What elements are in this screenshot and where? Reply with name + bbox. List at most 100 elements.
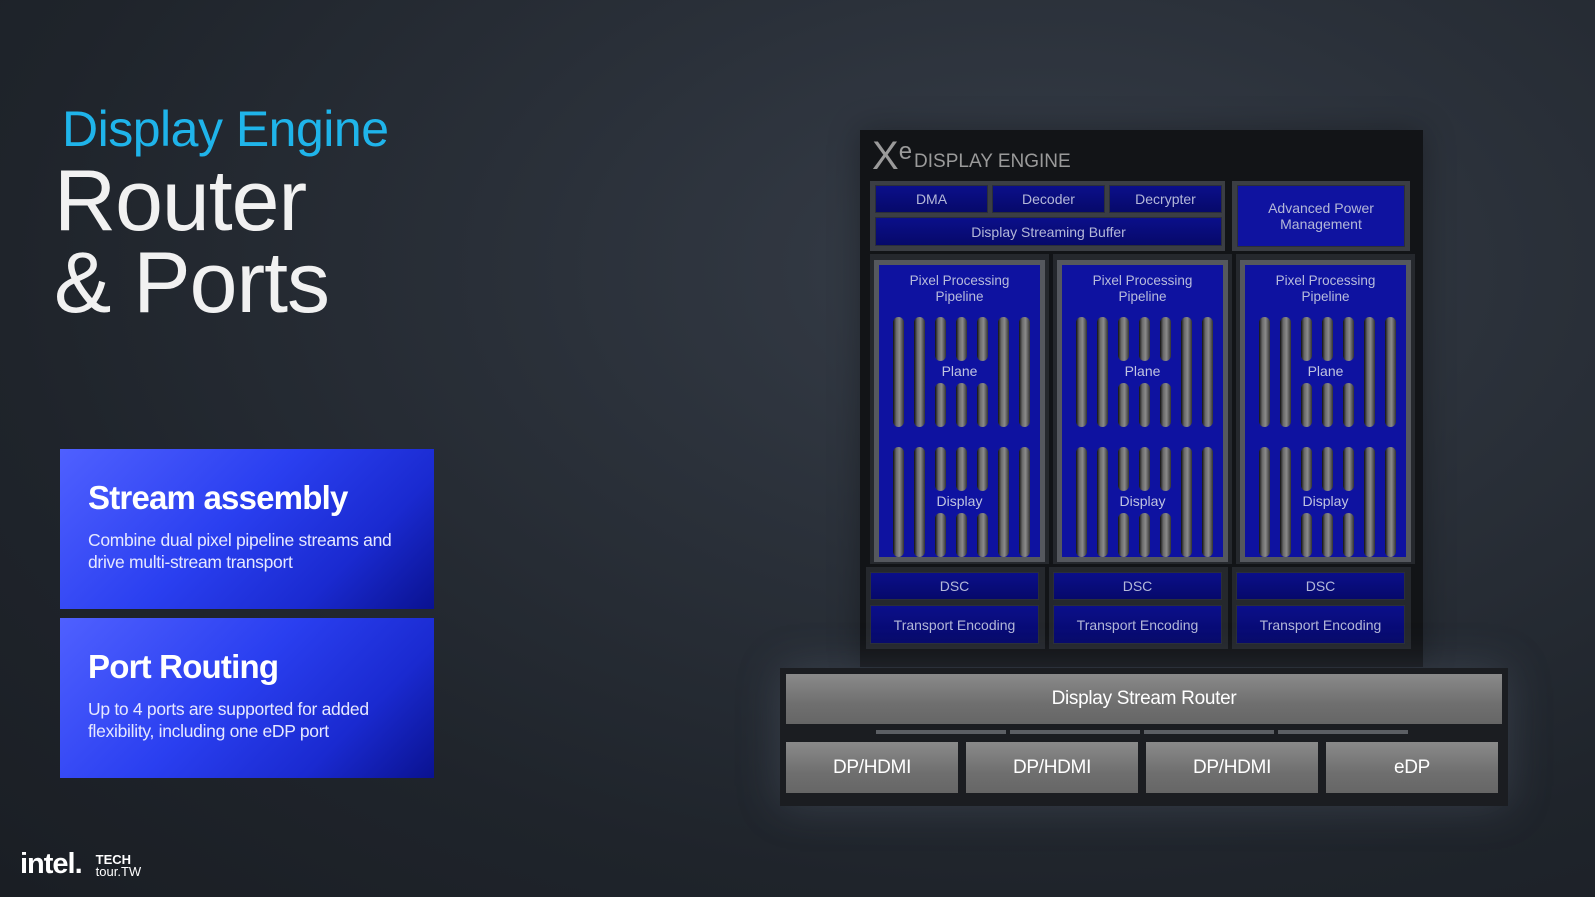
pipeline-title: Pixel Processing Pipeline bbox=[1092, 273, 1193, 304]
register-slot-icon bbox=[1118, 513, 1129, 557]
tech-tour-logo: TECH tour.TW bbox=[95, 853, 142, 879]
display-section: Display bbox=[893, 447, 1030, 557]
register-slot-icon bbox=[1076, 447, 1087, 557]
pixel-processing-pipeline: Pixel Processing Pipeline Plane Display bbox=[1057, 260, 1228, 562]
register-slot-icon bbox=[1259, 447, 1270, 557]
register-slot-icon bbox=[893, 317, 904, 427]
dsc-block: DSC bbox=[870, 572, 1039, 600]
register-slot-icon bbox=[956, 317, 967, 361]
register-slot-icon bbox=[1343, 383, 1354, 427]
dsc-block: DSC bbox=[1053, 572, 1222, 600]
transport-encoding-block: Transport Encoding bbox=[1236, 605, 1405, 644]
display-stream-router-block: Display Stream Router bbox=[786, 674, 1502, 724]
register-slot-icon bbox=[1385, 447, 1396, 557]
pixel-processing-pipeline: Pixel Processing Pipeline Plane Display bbox=[874, 260, 1045, 562]
register-slot-icon bbox=[1181, 447, 1192, 557]
tech-tour-line2: tour.TW bbox=[95, 864, 142, 879]
register-slot-icon bbox=[1301, 447, 1312, 491]
slide-kicker: Display Engine bbox=[62, 101, 389, 157]
connector-2 bbox=[1010, 730, 1140, 734]
register-slot-icon bbox=[1301, 513, 1312, 557]
register-slot-icon bbox=[1343, 447, 1354, 491]
card-body: Combine dual pixel pipeline streams and … bbox=[88, 530, 392, 572]
plane-section: Plane bbox=[893, 317, 1030, 427]
connector-3 bbox=[1144, 730, 1274, 734]
register-slot-icon bbox=[1322, 447, 1333, 491]
port-dp-hdmi-1: DP/HDMI bbox=[786, 742, 958, 793]
register-slot-icon bbox=[956, 383, 967, 427]
transport-encoding-block: Transport Encoding bbox=[1053, 605, 1222, 644]
port-routing-card: Port Routing Up to 4 ports are supported… bbox=[60, 618, 434, 778]
register-slot-icon bbox=[914, 447, 925, 557]
pipeline-title: Pixel Processing Pipeline bbox=[909, 273, 1010, 304]
register-slot-icon bbox=[1364, 447, 1375, 557]
register-slot-icon bbox=[1160, 513, 1171, 557]
intel-logo: intel. bbox=[20, 848, 83, 880]
register-slot-icon bbox=[1322, 317, 1333, 361]
decrypter-block: Decrypter bbox=[1109, 185, 1222, 213]
register-slot-icon bbox=[1118, 447, 1129, 491]
slide-title-line2: & Ports bbox=[54, 235, 330, 331]
dsc-block: DSC bbox=[1236, 572, 1405, 600]
card-heading: Stream assembly bbox=[88, 479, 348, 516]
stream-assembly-card: Stream assembly Combine dual pixel pipel… bbox=[60, 449, 434, 609]
register-slot-icon bbox=[1259, 317, 1270, 427]
register-slot-icon bbox=[1364, 317, 1375, 427]
register-slot-icon bbox=[998, 447, 1009, 557]
register-slot-icon bbox=[1160, 383, 1171, 427]
advanced-power-management-block: Advanced Power Management bbox=[1237, 185, 1405, 247]
register-slot-icon bbox=[1097, 447, 1108, 557]
register-slot-icon bbox=[1139, 447, 1150, 491]
register-slot-icon bbox=[1181, 317, 1192, 427]
register-slot-icon bbox=[1202, 447, 1213, 557]
transport-encoding-block: Transport Encoding bbox=[870, 605, 1039, 644]
register-slot-icon bbox=[935, 317, 946, 361]
register-slot-icon bbox=[1019, 447, 1030, 557]
register-slot-icon bbox=[1139, 383, 1150, 427]
plane-section: Plane bbox=[1259, 317, 1396, 427]
register-slot-icon bbox=[1019, 317, 1030, 427]
display-section: Display bbox=[1076, 447, 1213, 557]
register-slot-icon bbox=[977, 447, 988, 491]
register-slot-icon bbox=[1301, 317, 1312, 361]
connector-1 bbox=[876, 730, 1006, 734]
plane-section: Plane bbox=[1076, 317, 1213, 427]
engine-title-label: DISPLAY ENGINE bbox=[914, 151, 1071, 172]
register-slot-icon bbox=[1118, 317, 1129, 361]
register-slot-icon bbox=[1160, 447, 1171, 491]
xe-logo-icon: Xe bbox=[872, 134, 913, 178]
port-edp: eDP bbox=[1326, 742, 1498, 793]
dma-block: DMA bbox=[875, 185, 988, 213]
register-slot-icon bbox=[1280, 447, 1291, 557]
engine-title: Xe DISPLAY ENGINE bbox=[872, 134, 1071, 178]
display-section: Display bbox=[1259, 447, 1396, 557]
slide-title: Router & Ports bbox=[54, 153, 330, 331]
decoder-block: Decoder bbox=[992, 185, 1105, 213]
register-slot-icon bbox=[1160, 317, 1171, 361]
router-panel: Display Stream Router DP/HDMI DP/HDMI DP… bbox=[780, 668, 1508, 806]
register-slot-icon bbox=[893, 447, 904, 557]
register-slot-icon bbox=[935, 383, 946, 427]
register-slot-icon bbox=[1139, 513, 1150, 557]
card-body: Up to 4 ports are supported for added fl… bbox=[88, 699, 369, 741]
display-streaming-buffer-block: Display Streaming Buffer bbox=[875, 217, 1222, 246]
footer-logo: intel. TECH tour.TW bbox=[20, 848, 142, 880]
register-slot-icon bbox=[977, 513, 988, 557]
register-slot-icon bbox=[914, 317, 925, 427]
xe-display-engine: Xe DISPLAY ENGINE DMA Decoder Decrypter … bbox=[860, 130, 1423, 667]
slide-title-line1: Router bbox=[54, 153, 307, 249]
pipeline-title: Pixel Processing Pipeline bbox=[1275, 273, 1376, 304]
register-slot-icon bbox=[1322, 513, 1333, 557]
pixel-processing-pipeline: Pixel Processing Pipeline Plane Display bbox=[1240, 260, 1411, 562]
register-slot-icon bbox=[1139, 317, 1150, 361]
register-slot-icon bbox=[1280, 317, 1291, 427]
register-slot-icon bbox=[935, 513, 946, 557]
register-slot-icon bbox=[977, 383, 988, 427]
register-slot-icon bbox=[998, 317, 1009, 427]
connector-4 bbox=[1278, 730, 1408, 734]
register-slot-icon bbox=[1322, 383, 1333, 427]
register-slot-icon bbox=[935, 447, 946, 491]
card-heading: Port Routing bbox=[88, 648, 279, 685]
port-dp-hdmi-2: DP/HDMI bbox=[966, 742, 1138, 793]
register-slot-icon bbox=[977, 317, 988, 361]
